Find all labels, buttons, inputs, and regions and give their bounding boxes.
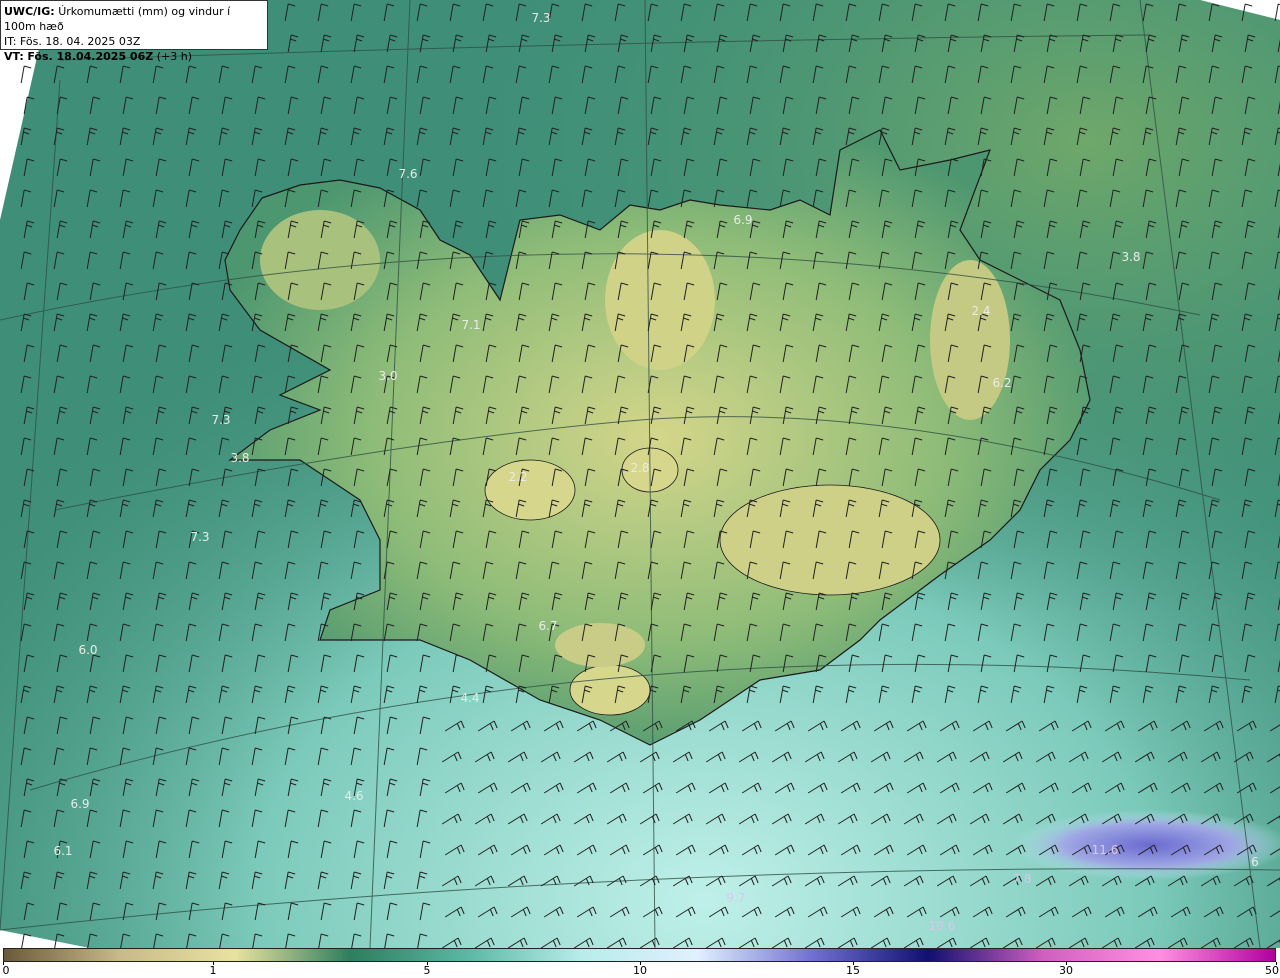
map-value-label: 10.6 — [929, 919, 956, 933]
colorbar-label: 15 — [846, 964, 860, 977]
map-value-label: 6.9 — [733, 213, 752, 227]
map-value-label: 2.2 — [508, 470, 527, 484]
colorbar-label: 1 — [209, 964, 217, 977]
map-value-label: 6.9 — [70, 797, 89, 811]
colorbar: 0 1 5 10 15 30 50 — [0, 948, 1280, 978]
colorbar-label: 0 — [2, 964, 10, 977]
colorbar-strip — [3, 948, 1276, 962]
map-value-label: 4.6 — [344, 789, 363, 803]
map-value-label: 6 — [1251, 855, 1259, 869]
init-time: IT: Fös. 18. 04. 2025 03Z — [4, 35, 141, 48]
map-value-label: 7.3 — [211, 413, 230, 427]
valid-prefix: VT: — [4, 50, 24, 63]
map-value-label: 6.0 — [78, 643, 97, 657]
product-code: UWC/IG: — [4, 5, 55, 18]
map-value-label: 3.8 — [230, 451, 249, 465]
vatnajokull — [719, 484, 941, 596]
valid-time: Fös. 18.04.2025 06Z — [27, 50, 154, 63]
map-value-label: 6.2 — [992, 376, 1011, 390]
map-value-label: 7.1 — [461, 318, 480, 332]
map-value-label: 7.8 — [1012, 872, 1031, 886]
map-value-label: 4.4 — [460, 691, 479, 705]
map-value-label: 6.7 — [538, 619, 557, 633]
myrdalsjokull — [569, 664, 651, 716]
colorbar-label: 5 — [423, 964, 431, 977]
map-value-label: 9.7 — [726, 891, 745, 905]
colorbar-label: 50 — [1265, 964, 1279, 977]
map-value-label: 7.6 — [398, 167, 417, 181]
colorbar-label: 10 — [633, 964, 647, 977]
map-value-label: 7.3 — [190, 530, 209, 544]
map-value-label: 6.1 — [53, 844, 72, 858]
map-value-label: 3.0 — [378, 369, 397, 383]
map-value-label: 11.6 — [1092, 843, 1119, 857]
langjokull — [484, 459, 576, 521]
map-value-label: 2.8 — [630, 461, 649, 475]
lead-time: (+3 h) — [156, 50, 192, 63]
map-value-label: 3.8 — [1121, 250, 1140, 264]
weather-map: 7.3 7.6 6.9 3.8 7.1 2.4 3.0 6.2 7.3 3.8 2.2 7.3 6.7 6… — [0, 0, 1280, 948]
map-value-label: 2.4 — [971, 304, 990, 318]
colorbar-label: 30 — [1059, 964, 1073, 977]
map-value-label: 7.3 — [531, 11, 550, 25]
map-header: UWC/IG: Úrkomumætti (mm) og vindur í 100… — [0, 0, 268, 63]
